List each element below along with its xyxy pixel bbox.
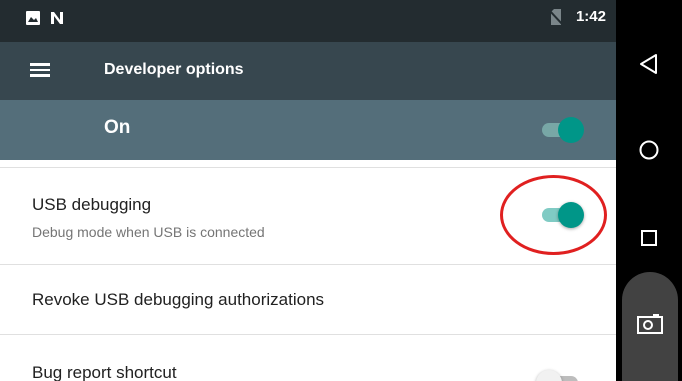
usb-debugging-title: USB debugging — [32, 195, 152, 214]
usb-debugging-summary: Debug mode when USB is connected — [32, 224, 265, 240]
revoke-usb-authorizations-row[interactable]: Revoke USB debugging authorizations — [0, 266, 616, 334]
recents-icon[interactable] — [629, 218, 669, 258]
annotation-circle-highlight — [500, 175, 607, 255]
navigation-bar — [616, 0, 682, 381]
divider — [0, 334, 616, 335]
status-bar: 1:42 — [0, 0, 616, 42]
device-screen: 1:42 Developer options On USB debugging … — [0, 0, 616, 381]
switch-thumb — [536, 370, 562, 381]
home-icon[interactable] — [629, 130, 669, 170]
page-title: Developer options — [104, 61, 244, 78]
camera-icon[interactable] — [632, 306, 668, 342]
app-toolbar: Developer options — [0, 42, 616, 100]
image-icon — [26, 11, 40, 25]
bug-report-shortcut-row[interactable]: Bug report shortcut — [0, 336, 616, 381]
divider — [0, 264, 616, 265]
notification-icons — [26, 11, 64, 25]
n-logo-icon — [51, 12, 63, 24]
hamburger-menu-icon[interactable] — [30, 59, 60, 83]
master-toggle-switch[interactable] — [542, 117, 584, 143]
system-status: 1:42 — [549, 8, 606, 25]
master-switch-bar[interactable]: On — [0, 100, 616, 160]
no-sim-icon — [549, 8, 562, 25]
back-icon[interactable] — [629, 44, 669, 84]
switch-thumb — [558, 117, 584, 143]
revoke-usb-authorizations-title: Revoke USB debugging authorizations — [32, 290, 325, 309]
bug-report-toggle-switch[interactable] — [536, 370, 582, 381]
bug-report-shortcut-title: Bug report shortcut — [32, 363, 177, 381]
master-switch-label: On — [104, 117, 131, 138]
clock: 1:42 — [575, 8, 606, 25]
